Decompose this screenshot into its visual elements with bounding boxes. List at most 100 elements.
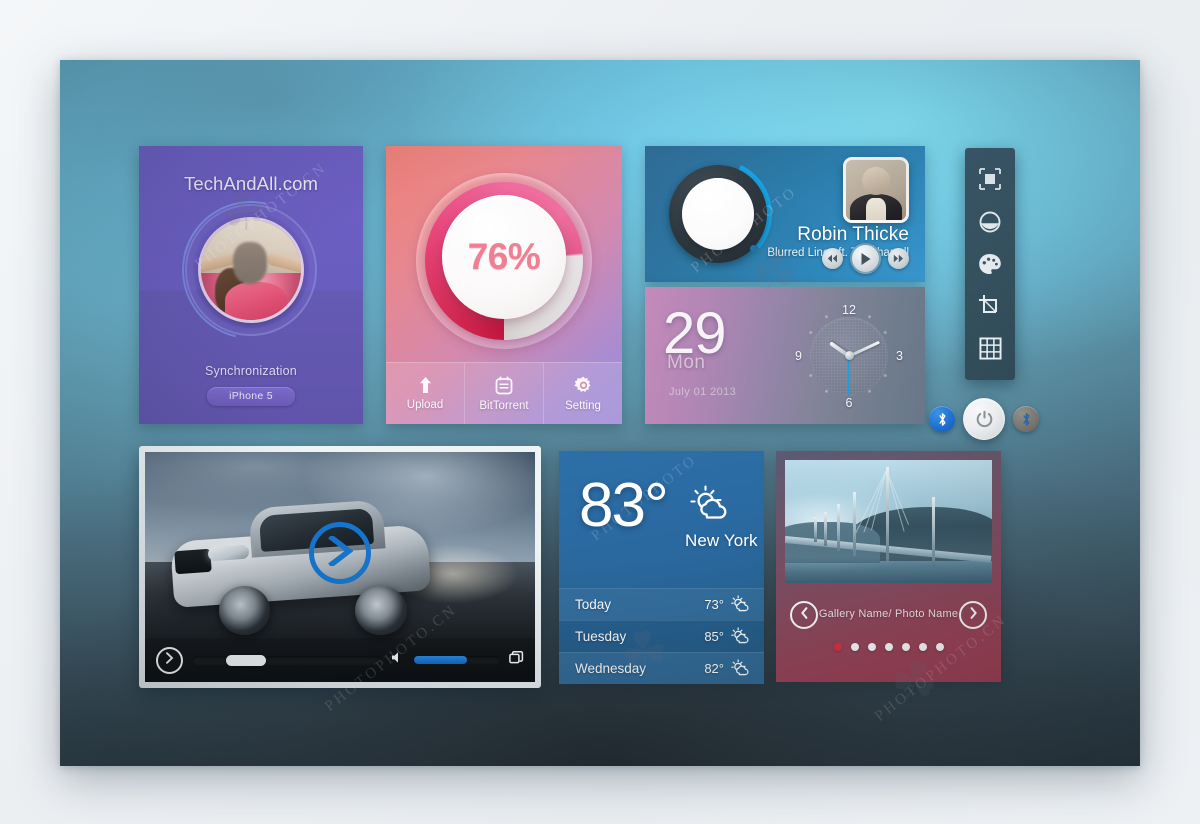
setting-label: Setting (565, 399, 601, 412)
video-seek-slider[interactable] (192, 654, 382, 666)
partly-cloudy-icon (690, 485, 732, 526)
video-play-overlay-button[interactable] (309, 522, 371, 585)
transfer-progress-widget[interactable]: 76% Upload BitTorrent Setting (386, 146, 622, 424)
forecast-row[interactable]: Tuesday 85° (559, 620, 764, 652)
play-icon (327, 533, 354, 571)
gallery-pagination-dots[interactable] (785, 643, 992, 651)
sync-widget[interactable]: TechAndAll.com Synchronization iPhone 5 (139, 146, 363, 424)
setting-button[interactable]: Setting (543, 363, 622, 424)
screenshot-root: TechAndAll.com Synchronization iPhone 5 (0, 0, 1200, 824)
crop-tool-button[interactable] (973, 289, 1007, 323)
album-art (843, 157, 909, 223)
video-volume-fill (414, 656, 468, 664)
weather-city: New York (685, 531, 758, 550)
video-next-button[interactable] (156, 646, 183, 674)
forecast-high: 85° (704, 629, 724, 644)
dashboard-canvas: TechAndAll.com Synchronization iPhone 5 (60, 60, 1140, 766)
gallery-controls: Gallery Name/ Photo Name (785, 583, 992, 651)
gallery-dot[interactable] (867, 643, 876, 651)
bluetooth-on-button[interactable] (929, 406, 955, 432)
avatar (198, 217, 304, 323)
contrast-icon (978, 210, 1002, 234)
next-button[interactable] (888, 248, 909, 269)
crop-icon (978, 294, 1002, 318)
bittorrent-icon (495, 376, 513, 395)
gear-icon (573, 376, 593, 395)
forecast-high: 73° (704, 597, 724, 612)
video-volume-slider[interactable] (414, 656, 500, 664)
clock-numeral-9: 9 (795, 348, 802, 363)
volume-icon[interactable] (391, 651, 405, 669)
play-button[interactable] (850, 243, 881, 274)
bluetooth-off-button[interactable] (1013, 406, 1039, 432)
clock-numeral-3: 3 (896, 348, 903, 363)
partly-cloudy-icon (731, 626, 750, 647)
video-control-bar (145, 638, 535, 682)
chevron-right-icon (969, 606, 978, 624)
progress-ring: 76% (416, 173, 592, 349)
brand-title: TechAndAll.com (183, 173, 319, 194)
gallery-next-button[interactable] (959, 601, 987, 629)
bluetooth-icon (1021, 412, 1032, 427)
sync-footer: Synchronization iPhone 5 (139, 364, 363, 406)
system-toggle-row (929, 398, 1039, 440)
edit-toolbar[interactable] (965, 148, 1015, 380)
clock-numeral-6: 6 (845, 395, 853, 410)
clock-second-hand (848, 355, 850, 396)
contrast-tool-button[interactable] (973, 205, 1007, 239)
grid-icon (978, 337, 1002, 360)
clock-date-widget[interactable]: 29 Mon July 01 2013 12 3 6 9 (645, 287, 925, 424)
previous-button[interactable] (822, 248, 843, 269)
transform-icon (978, 167, 1002, 191)
clock-center-cap (844, 351, 854, 360)
gallery-dot[interactable] (833, 643, 842, 651)
weather-current: 83° New York (559, 451, 764, 585)
forecast-row[interactable]: Wednesday 82° (559, 652, 764, 684)
gallery-photo[interactable] (785, 460, 992, 583)
sync-avatar-ring (155, 174, 347, 366)
progress-value: 76% (467, 236, 541, 277)
sync-device-badge[interactable]: iPhone 5 (207, 387, 295, 406)
volume-knob[interactable] (664, 160, 772, 268)
knob-face (682, 178, 754, 250)
partly-cloudy-icon (731, 594, 750, 615)
upload-label: Upload (406, 399, 444, 411)
grid-tool-button[interactable] (973, 332, 1007, 366)
music-player-widget[interactable]: Robin Thicke Blurred Lines ft. T.I, Phar… (645, 146, 925, 282)
weather-widget[interactable]: 83° New York Today 73° Tuesday 85° Wedne… (559, 451, 764, 684)
gallery-widget[interactable]: Gallery Name/ Photo Name (776, 451, 1001, 682)
forecast-high: 82° (704, 661, 724, 676)
progress-action-bar: Upload BitTorrent Setting (386, 362, 622, 424)
upload-button[interactable]: Upload (386, 363, 464, 424)
video-seek-thumb[interactable] (226, 654, 267, 666)
gallery-dot[interactable] (901, 643, 910, 651)
video-viewport[interactable] (145, 452, 535, 682)
palette-tool-button[interactable] (973, 247, 1007, 281)
sync-status-label: Synchronization (205, 364, 297, 378)
video-player-widget[interactable] (139, 446, 541, 688)
forecast-day: Wednesday (575, 661, 647, 676)
forecast-day: Today (575, 597, 612, 612)
fullscreen-icon[interactable] (509, 650, 524, 670)
video-frame-content (170, 498, 432, 635)
bluetooth-icon (937, 412, 948, 427)
clock-numeral-12: 12 (842, 302, 856, 317)
partly-cloudy-icon (731, 658, 750, 679)
bittorrent-button[interactable]: BitTorrent (464, 363, 543, 424)
gallery-dot[interactable] (850, 643, 859, 651)
forecast-row[interactable]: Today 73° (559, 588, 764, 620)
forecast-day: Tuesday (575, 629, 627, 644)
date-day-name: Mon (667, 352, 706, 373)
current-temperature: 83° (579, 471, 669, 540)
power-button[interactable] (963, 398, 1005, 440)
bittorrent-label: BitTorrent (479, 399, 529, 412)
power-icon (975, 410, 994, 429)
progress-center: 76% (442, 195, 566, 319)
gallery-dot[interactable] (935, 643, 944, 651)
gallery-dot[interactable] (918, 643, 927, 651)
palette-icon (978, 253, 1002, 275)
knob-indicator-dot (750, 245, 757, 252)
transform-tool-button[interactable] (973, 162, 1007, 196)
playback-controls (822, 243, 909, 274)
gallery-dot[interactable] (884, 643, 893, 651)
